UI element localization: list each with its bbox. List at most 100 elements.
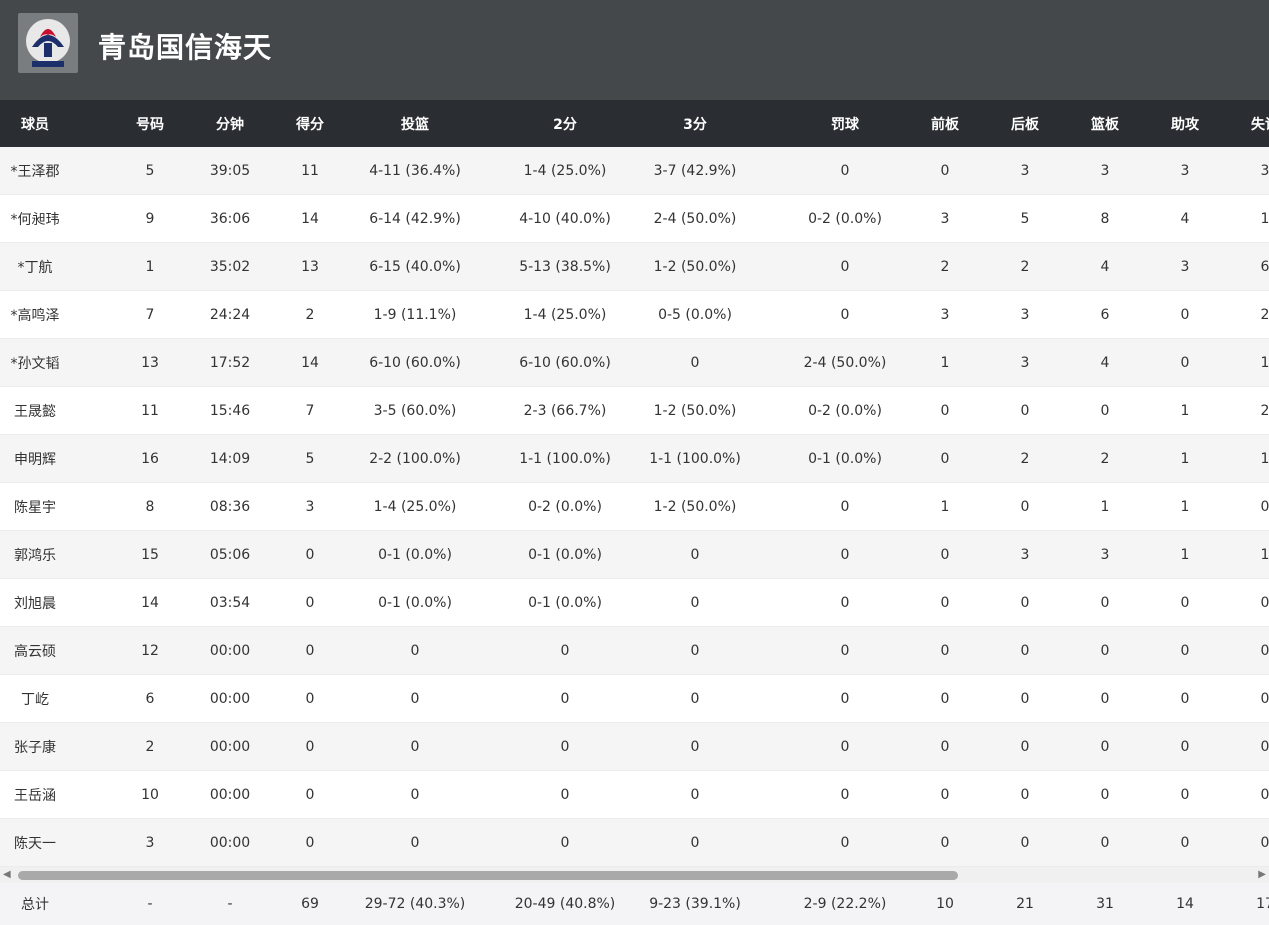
cell-oreb: 0 bbox=[940, 402, 950, 419]
cell-reb: 8 bbox=[1100, 210, 1110, 227]
cell-player[interactable]: 申明辉 bbox=[0, 449, 70, 469]
cell-dreb: 2 bbox=[1020, 258, 1030, 275]
arrow-left-icon[interactable]: ◀ bbox=[3, 869, 11, 880]
cell-tov: 2 bbox=[1260, 402, 1269, 419]
cell-reb: 0 bbox=[1100, 834, 1110, 851]
col-number[interactable]: 号码 bbox=[120, 114, 180, 134]
cell-ast: 0 bbox=[1180, 306, 1190, 323]
cell-player[interactable]: *孙文韬 bbox=[0, 353, 70, 373]
cell-player[interactable]: *何昶玮 bbox=[0, 209, 70, 229]
col-2pt[interactable]: 2分 bbox=[510, 114, 620, 134]
cell-player[interactable]: 王晟懿 bbox=[0, 401, 70, 421]
cell-tov: 0 bbox=[1260, 498, 1269, 515]
cell-reb: 2 bbox=[1100, 450, 1110, 467]
cell-tov: 1 bbox=[1260, 546, 1269, 563]
col-ast[interactable]: 助攻 bbox=[1160, 114, 1210, 134]
cell-dreb: 0 bbox=[1020, 786, 1030, 803]
cell-oreb: 0 bbox=[940, 834, 950, 851]
table-row: 陈天一 3 00:00 0 0 0 0 0 0 0 0 0 0 bbox=[0, 819, 1269, 867]
cell-player[interactable]: 王岳涵 bbox=[0, 785, 70, 805]
cell-3pt: 0 bbox=[690, 354, 700, 371]
cell-minutes: 39:05 bbox=[209, 162, 251, 179]
horizontal-scrollbar[interactable]: ◀ ▶ bbox=[0, 867, 1269, 883]
cell-ft: 0 bbox=[840, 738, 850, 755]
cell-minutes: 36:06 bbox=[209, 210, 251, 227]
cell-points: 0 bbox=[305, 594, 315, 611]
cell-number: - bbox=[147, 896, 153, 912]
cell-oreb: 0 bbox=[940, 738, 950, 755]
cell-minutes: 05:06 bbox=[209, 546, 251, 563]
table-row: 张子康 2 00:00 0 0 0 0 0 0 0 0 0 0 bbox=[0, 723, 1269, 771]
cell-reb: 1 bbox=[1100, 498, 1110, 515]
cell-points: 5 bbox=[305, 450, 315, 467]
cell-oreb: 0 bbox=[940, 642, 950, 659]
cell-3pt: 0 bbox=[690, 690, 700, 707]
col-reb[interactable]: 篮板 bbox=[1080, 114, 1130, 134]
cell-minutes: 00:00 bbox=[209, 690, 251, 707]
col-fg[interactable]: 投篮 bbox=[340, 114, 490, 134]
cell-player[interactable]: 陈星宇 bbox=[0, 497, 70, 517]
cell-player[interactable]: 总计 bbox=[0, 894, 70, 914]
table-row: *王泽郡 5 39:05 11 4-11 (36.4%) 1-4 (25.0%) 3-7 (… bbox=[0, 147, 1269, 195]
cell-reb: 0 bbox=[1100, 594, 1110, 611]
cell-ast: 3 bbox=[1180, 162, 1190, 179]
cell-reb: 0 bbox=[1100, 690, 1110, 707]
cell-points: 2 bbox=[305, 306, 315, 323]
cell-oreb: 3 bbox=[940, 210, 950, 227]
cell-ft: 0 bbox=[840, 162, 850, 179]
col-tov[interactable]: 失误 bbox=[1240, 114, 1269, 134]
cell-dreb: 3 bbox=[1020, 162, 1030, 179]
cell-player[interactable]: 刘旭晨 bbox=[0, 593, 70, 613]
cell-oreb: 0 bbox=[940, 594, 950, 611]
cell-player[interactable]: 高云硕 bbox=[0, 641, 70, 661]
cell-ft: 0 bbox=[840, 258, 850, 275]
cell-number: 2 bbox=[145, 738, 155, 755]
cell-points: 0 bbox=[305, 546, 315, 563]
cell-fg: 0 bbox=[410, 642, 420, 659]
table-row: *丁航 1 35:02 13 6-15 (40.0%) 5-13 (38.5%) 1-2 (… bbox=[0, 243, 1269, 291]
cell-number: 8 bbox=[145, 498, 155, 515]
cell-minutes: 35:02 bbox=[209, 258, 251, 275]
col-player[interactable]: 球员 bbox=[0, 114, 70, 134]
col-dreb[interactable]: 后板 bbox=[1000, 114, 1050, 134]
cell-number: 9 bbox=[145, 210, 155, 227]
cell-player[interactable]: 张子康 bbox=[0, 737, 70, 757]
arrow-right-icon[interactable]: ▶ bbox=[1258, 869, 1266, 880]
cell-3pt: 0 bbox=[690, 546, 700, 563]
totals-row: 总计 - - 69 29-72 (40.3%) 20-49 (40.8%) 9-23 (39… bbox=[0, 883, 1269, 925]
cell-reb: 0 bbox=[1100, 786, 1110, 803]
cell-minutes: 14:09 bbox=[209, 450, 251, 467]
cell-tov: 0 bbox=[1260, 738, 1269, 755]
cell-ast: 4 bbox=[1180, 210, 1190, 227]
cell-number: 1 bbox=[145, 258, 155, 275]
cell-player[interactable]: 郭鸿乐 bbox=[0, 545, 70, 565]
cell-player[interactable]: 丁屹 bbox=[0, 689, 70, 709]
cell-3pt: 2-4 (50.0%) bbox=[653, 210, 737, 227]
cell-dreb: 0 bbox=[1020, 642, 1030, 659]
cell-player[interactable]: *王泽郡 bbox=[0, 161, 70, 181]
cell-2pt: 1-4 (25.0%) bbox=[523, 162, 607, 179]
cell-2pt: 0 bbox=[560, 738, 570, 755]
cell-ft: 0 bbox=[840, 546, 850, 563]
cell-points: 14 bbox=[301, 354, 319, 371]
cell-player[interactable]: *丁航 bbox=[0, 257, 70, 277]
cell-player[interactable]: 陈天一 bbox=[0, 833, 70, 853]
scroll-thumb[interactable] bbox=[18, 871, 958, 880]
col-oreb[interactable]: 前板 bbox=[920, 114, 970, 134]
table-row: 高云硕 12 00:00 0 0 0 0 0 0 0 0 0 0 bbox=[0, 627, 1269, 675]
col-ft[interactable]: 罚球 bbox=[790, 114, 900, 134]
cell-dreb: 3 bbox=[1020, 354, 1030, 371]
col-3pt[interactable]: 3分 bbox=[620, 114, 770, 134]
cell-points: 69 bbox=[301, 896, 319, 912]
col-minutes[interactable]: 分钟 bbox=[200, 114, 260, 134]
cell-ast: 14 bbox=[1176, 896, 1194, 912]
cell-ast: 0 bbox=[1180, 738, 1190, 755]
cell-3pt: 9-23 (39.1%) bbox=[649, 896, 741, 912]
cell-minutes: 17:52 bbox=[209, 354, 251, 371]
cell-minutes: 08:36 bbox=[209, 498, 251, 515]
cell-number: 5 bbox=[145, 162, 155, 179]
cell-player[interactable]: *高鸣泽 bbox=[0, 305, 70, 325]
cell-2pt: 2-3 (66.7%) bbox=[523, 402, 607, 419]
cell-points: 0 bbox=[305, 786, 315, 803]
col-points[interactable]: 得分 bbox=[280, 114, 340, 134]
